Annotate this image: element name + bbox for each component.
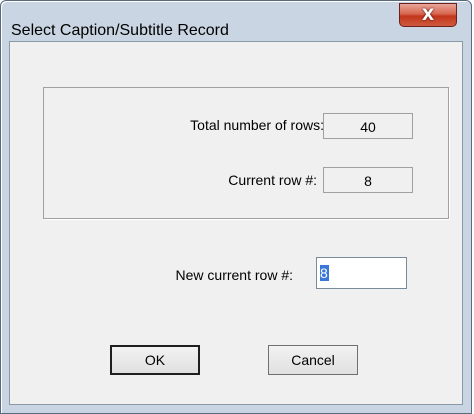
title-bar[interactable]: Select Caption/Subtitle Record X xyxy=(1,1,471,39)
current-row-label: Current row #: xyxy=(228,172,317,188)
dialog-window: Select Caption/Subtitle Record X Total n… xyxy=(0,0,472,414)
dialog-client-area: Total number of rows: 40 Current row #: … xyxy=(9,41,463,405)
cancel-button[interactable]: Cancel xyxy=(268,345,358,375)
new-row-input[interactable]: 8 xyxy=(316,257,407,289)
total-rows-label: Total number of rows: xyxy=(190,117,324,133)
current-row-value: 8 xyxy=(323,167,413,193)
total-rows-value: 40 xyxy=(323,113,413,139)
new-row-value: 8 xyxy=(320,265,328,281)
row-stats-group: Total number of rows: 40 Current row #: … xyxy=(43,87,449,219)
close-icon: X xyxy=(421,5,435,24)
ok-button[interactable]: OK xyxy=(110,345,200,375)
dialog-title: Select Caption/Subtitle Record xyxy=(11,22,229,39)
close-button[interactable]: X xyxy=(399,3,457,27)
new-row-label: New current row #: xyxy=(175,267,293,283)
